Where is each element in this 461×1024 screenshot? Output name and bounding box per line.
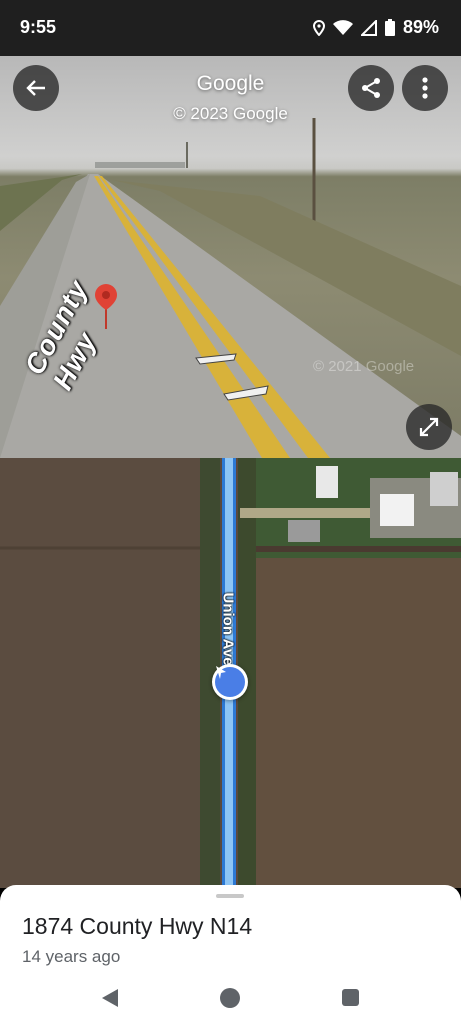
location-icon [312,19,325,36]
place-title: 1874 County Hwy N14 [22,913,253,939]
status-icons: 89% [312,17,439,38]
map-street-label: Union Ave [219,592,237,666]
share-icon [362,78,380,98]
street-view-watermark: © 2021 Google [313,358,415,375]
street-view-copyright: © 2023 Google [173,104,288,123]
more-vert-icon [422,77,428,99]
current-location-marker[interactable] [212,664,248,700]
battery-percent: 89% [402,17,439,37]
street-view-panorama[interactable]: County Hwy © 2021 Google Google © 2023 G… [0,56,461,458]
satellite-map[interactable]: Union Ave [0,458,461,888]
place-capture-age: 14 years ago [22,947,121,966]
status-bar: 9:55 89% [0,0,461,56]
back-button[interactable] [13,65,59,111]
nav-back-icon[interactable] [100,988,120,1008]
navigation-arrow-icon [216,666,226,679]
signal-icon [360,19,377,36]
nav-recents-icon[interactable] [342,989,359,1006]
expand-icon [419,417,439,437]
nav-home-icon[interactable] [220,988,240,1008]
share-button[interactable] [348,65,394,111]
sheet-drag-handle[interactable] [216,894,244,898]
status-time: 9:55 [20,17,57,37]
battery-icon [384,19,395,36]
wifi-icon [332,19,353,35]
arrow-back-icon [26,80,45,96]
more-options-button[interactable] [402,65,448,111]
system-nav-bar [0,974,461,1024]
expand-button[interactable] [406,404,452,450]
location-pin-icon[interactable] [94,284,118,330]
